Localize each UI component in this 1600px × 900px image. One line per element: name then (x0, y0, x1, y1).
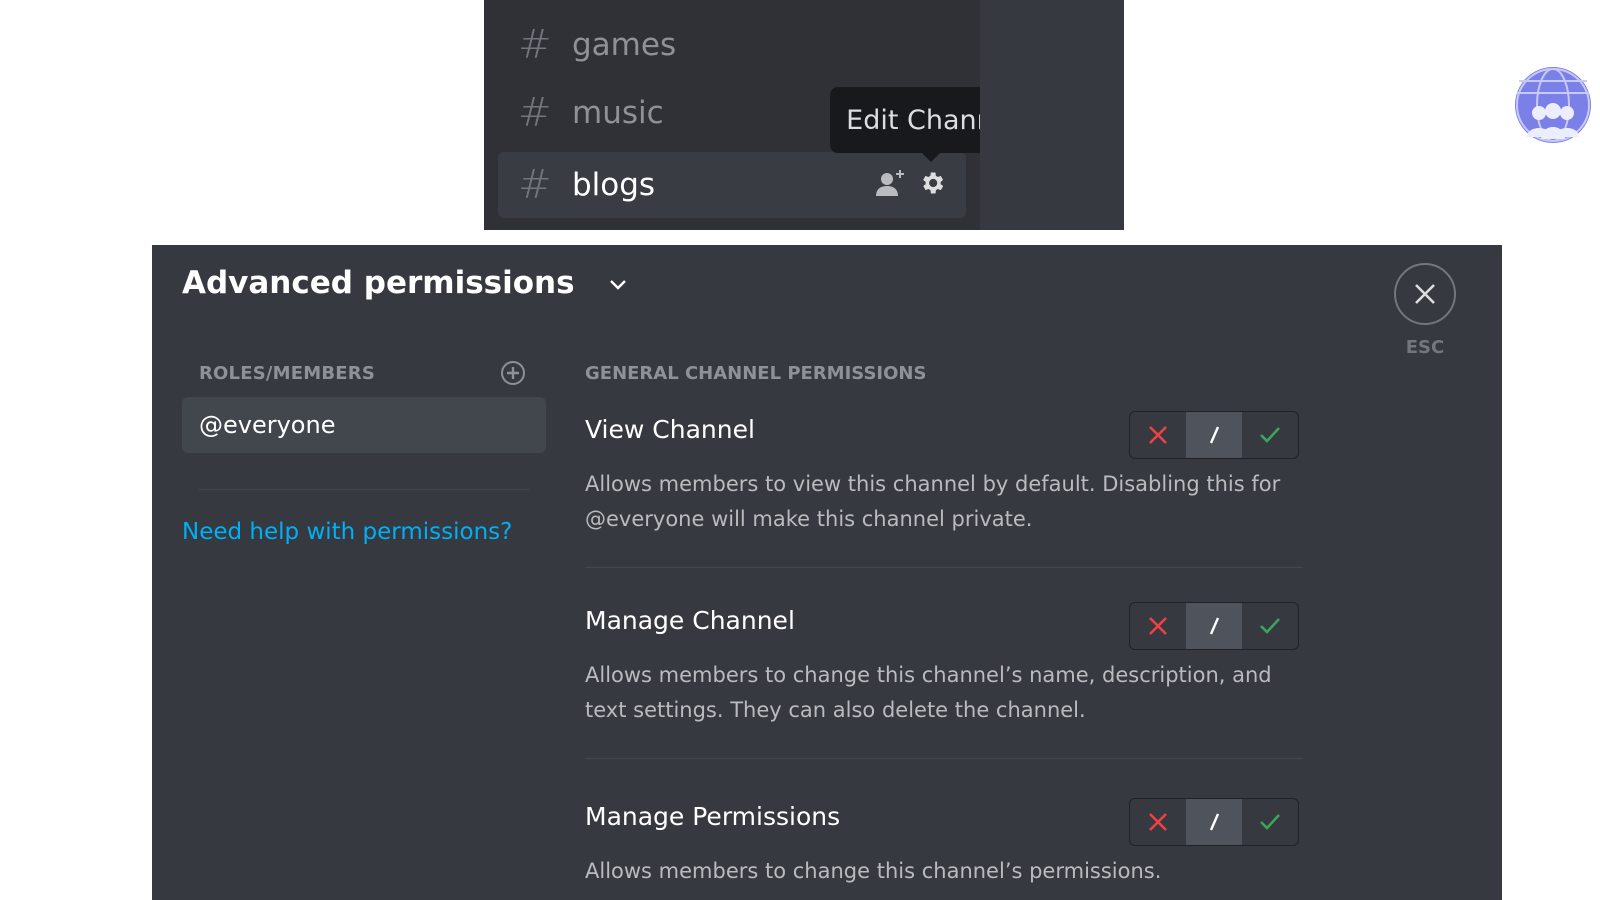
allow-option[interactable] (1242, 603, 1298, 649)
channel-name: music (572, 95, 664, 131)
slash-icon (1209, 813, 1220, 831)
x-icon (1149, 617, 1167, 635)
divider (199, 489, 529, 490)
invite-member-icon[interactable] (874, 168, 908, 198)
allow-option[interactable] (1242, 412, 1298, 458)
neutral-option[interactable] (1186, 799, 1242, 845)
channel-content-area (980, 0, 1594, 230)
channel-sidebar: # games # music # blogs Edit Channel (484, 0, 1034, 230)
check-icon (1260, 814, 1280, 830)
deny-option[interactable] (1130, 412, 1186, 458)
add-role-button[interactable] (500, 360, 526, 390)
slash-icon (1209, 426, 1220, 444)
close-control: ESC (1394, 263, 1456, 358)
channel-name: games (572, 27, 677, 63)
slash-icon (1209, 617, 1220, 635)
permission-name: View Channel (585, 415, 755, 444)
check-icon (1260, 618, 1280, 634)
allow-option[interactable] (1242, 799, 1298, 845)
check-icon (1260, 427, 1280, 443)
channel-name: blogs (572, 167, 656, 203)
hash-icon: # (518, 90, 552, 136)
hash-icon: # (518, 162, 552, 208)
close-button[interactable] (1394, 263, 1456, 325)
permission-description: Allows members to change this channel’s … (585, 663, 1272, 722)
section-header: GENERAL CHANNEL PERMISSIONS (585, 363, 927, 384)
neutral-option[interactable] (1186, 412, 1242, 458)
roles-members-header: ROLES/MEMBERS (199, 363, 376, 384)
permission-description: Allows members to view this channel by d… (585, 472, 1281, 531)
divider (585, 758, 1303, 759)
neutral-option[interactable] (1186, 603, 1242, 649)
x-icon (1149, 426, 1167, 444)
role-item-everyone[interactable]: @everyone (182, 397, 546, 453)
esc-label: ESC (1405, 337, 1445, 358)
deny-option[interactable] (1130, 603, 1186, 649)
permission-name: Manage Permissions (585, 802, 841, 831)
x-icon (1149, 813, 1167, 831)
advanced-permissions-modal: Advanced permissions ESC ROLES/MEMBERS @… (152, 245, 1502, 900)
globe-people-icon (1515, 67, 1591, 143)
modal-title: Advanced permissions (182, 265, 575, 301)
hash-icon: # (518, 22, 552, 68)
gear-icon[interactable] (918, 169, 946, 197)
permission-name: Manage Channel (585, 606, 795, 635)
permission-toggle (1129, 602, 1299, 650)
close-icon (1415, 284, 1435, 304)
modal-header[interactable]: Advanced permissions (182, 265, 627, 301)
plus-circle-icon (501, 361, 525, 385)
permission-toggle (1129, 411, 1299, 459)
chevron-down-icon[interactable] (609, 279, 627, 291)
divider (585, 567, 1303, 568)
permission-description: Allows members to change this channel’s … (585, 859, 1162, 883)
channel-list-panel: # games # music # blogs Edit Channel (484, 0, 1594, 230)
server-avatar[interactable] (1512, 64, 1594, 146)
permission-toggle (1129, 798, 1299, 846)
permissions-help-link[interactable]: Need help with permissions? (182, 519, 512, 545)
deny-option[interactable] (1130, 799, 1186, 845)
channel-item-blogs[interactable]: # blogs (498, 152, 966, 218)
channel-item-games[interactable]: # games (498, 12, 966, 78)
